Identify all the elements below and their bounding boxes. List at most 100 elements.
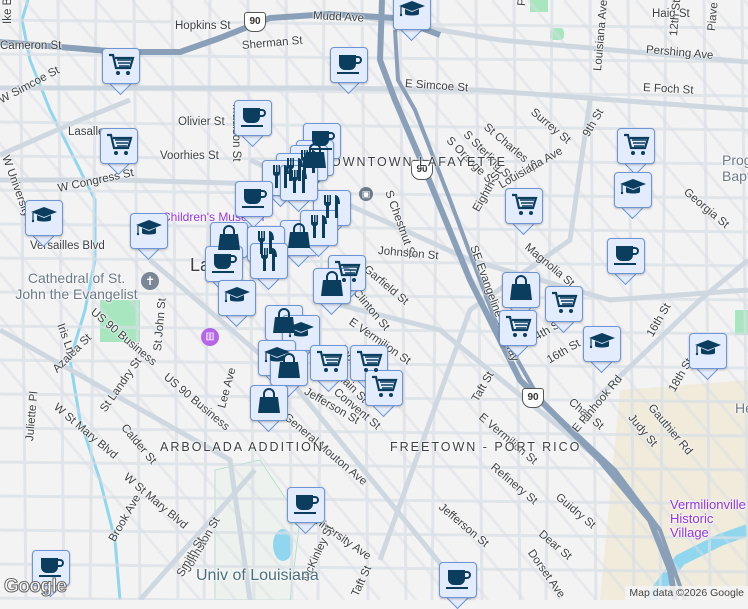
school-icon <box>223 282 251 315</box>
marker-body <box>505 188 543 224</box>
marker-body <box>205 246 243 282</box>
cart-icon <box>315 347 343 380</box>
marker-body <box>545 286 583 322</box>
marker-body <box>100 128 138 164</box>
place-vermilionville[interactable]: Vermilionville Historic Village <box>670 498 748 540</box>
school-marker[interactable] <box>25 200 63 248</box>
marker-body <box>313 268 351 304</box>
restaurant-icon <box>255 245 283 278</box>
marker-body <box>310 345 348 381</box>
neighborhood-freetown: FREETOWN - PORT RICO <box>390 440 582 454</box>
restaurant-marker[interactable] <box>250 243 288 291</box>
school-marker[interactable] <box>393 0 431 42</box>
street-label: Olivier St <box>178 116 225 128</box>
coffee-icon <box>612 240 640 273</box>
coffee-marker[interactable] <box>287 487 325 535</box>
marker-body <box>607 238 645 274</box>
bag-icon <box>275 352 303 385</box>
place-univ-louisiana[interactable]: Univ of Louisiana <box>196 568 319 584</box>
coffee-marker[interactable] <box>330 47 368 95</box>
us-90-shield: 90 <box>244 12 266 32</box>
school-icon <box>30 202 58 235</box>
transit-icon[interactable]: ▣ <box>359 187 373 201</box>
school-marker[interactable] <box>583 326 621 374</box>
school-marker[interactable] <box>614 172 652 220</box>
school-icon <box>398 0 426 29</box>
cart-icon <box>510 190 538 223</box>
bag-marker[interactable] <box>250 385 288 433</box>
restaurant-icon <box>285 167 313 200</box>
place-cathedral[interactable]: Cathedral of St. John the Evangelist <box>14 270 139 302</box>
coffee-marker[interactable] <box>607 238 645 286</box>
marker-body <box>250 243 288 279</box>
school-icon <box>588 328 616 361</box>
school-marker[interactable] <box>218 280 256 328</box>
cart-marker[interactable] <box>365 370 403 418</box>
cart-icon <box>622 130 650 163</box>
cart-marker[interactable] <box>100 128 138 176</box>
street-label: Ike B St <box>2 0 14 24</box>
marker-body <box>102 48 140 84</box>
cart-marker[interactable] <box>545 286 583 334</box>
coffee-icon <box>444 564 472 597</box>
marker-body <box>393 0 431 30</box>
cart-icon <box>370 372 398 405</box>
cathedral-icon[interactable]: ✝ <box>141 272 159 290</box>
marker-body <box>130 213 168 249</box>
coffee-icon <box>292 489 320 522</box>
marker-body <box>280 165 318 201</box>
attribution[interactable]: Map data ©2026 Google <box>625 586 748 600</box>
school-icon <box>619 174 647 207</box>
street-label: E Foch St <box>642 82 694 97</box>
cart-marker[interactable] <box>499 310 537 358</box>
cart-marker[interactable] <box>102 48 140 96</box>
street-label: Cameron St <box>0 40 62 52</box>
coffee-icon <box>240 183 268 216</box>
marker-body <box>439 562 477 598</box>
marker-body <box>330 47 368 83</box>
cart-icon <box>550 288 578 321</box>
coffee-icon <box>210 248 238 281</box>
coffee-icon <box>335 49 363 82</box>
cart-icon <box>105 130 133 163</box>
marker-body <box>25 200 63 236</box>
restaurant-marker[interactable] <box>280 165 318 213</box>
place-he[interactable]: He <box>735 400 748 416</box>
marker-body <box>583 326 621 362</box>
school-marker[interactable] <box>130 213 168 261</box>
cart-marker[interactable] <box>505 188 543 236</box>
coffee-marker[interactable] <box>439 562 477 609</box>
marker-body <box>499 310 537 346</box>
cart-icon <box>107 50 135 83</box>
marker-body <box>502 272 540 308</box>
school-icon <box>135 215 163 248</box>
street-label: Hopkins St <box>175 20 231 32</box>
street-label: Voorhies St <box>160 150 219 162</box>
museum-icon[interactable]: ▥ <box>201 328 219 346</box>
marker-body <box>689 333 727 369</box>
coffee-marker[interactable] <box>234 100 272 148</box>
cart-icon <box>504 312 532 345</box>
marker-body <box>234 100 272 136</box>
marker-body <box>218 280 256 316</box>
school-icon <box>694 335 722 368</box>
marker-body <box>365 370 403 406</box>
bag-icon <box>255 387 283 420</box>
coffee-marker[interactable] <box>235 181 273 229</box>
cart-marker[interactable] <box>617 128 655 176</box>
marker-body <box>617 128 655 164</box>
cart-marker[interactable] <box>310 345 348 393</box>
school-marker[interactable] <box>689 333 727 381</box>
place-baptist[interactable]: Progressive Baptist <box>722 152 748 184</box>
neighborhood-arbolada: ARBOLADA ADDITION <box>160 440 324 454</box>
marker-body <box>614 172 652 208</box>
bag-marker[interactable] <box>313 268 351 316</box>
marker-body <box>287 487 325 523</box>
marker-body <box>235 181 273 217</box>
bag-icon <box>318 270 346 303</box>
street-label: Lasalle <box>68 126 105 138</box>
coffee-icon <box>239 102 267 135</box>
marker-body <box>250 385 288 421</box>
us-90-shield: 90 <box>522 388 544 408</box>
marker-body <box>270 350 308 386</box>
